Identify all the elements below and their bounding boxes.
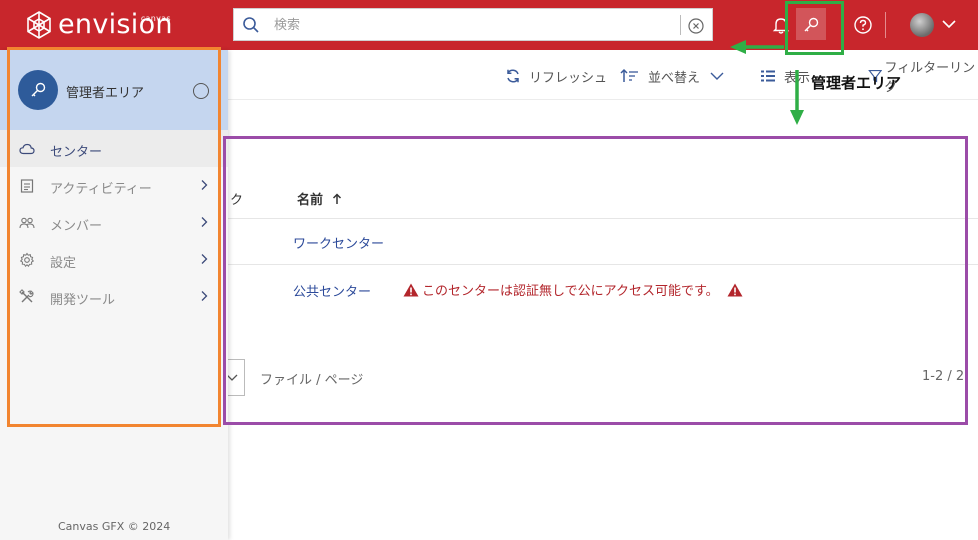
arrow-left-icon — [730, 40, 784, 54]
arrow-down-icon — [790, 70, 804, 125]
annotation-label: 管理者エリア — [811, 74, 902, 92]
app-window: envision canvas 検索 リフレッシュ 並べ替え フィルターリング … — [0, 0, 978, 540]
